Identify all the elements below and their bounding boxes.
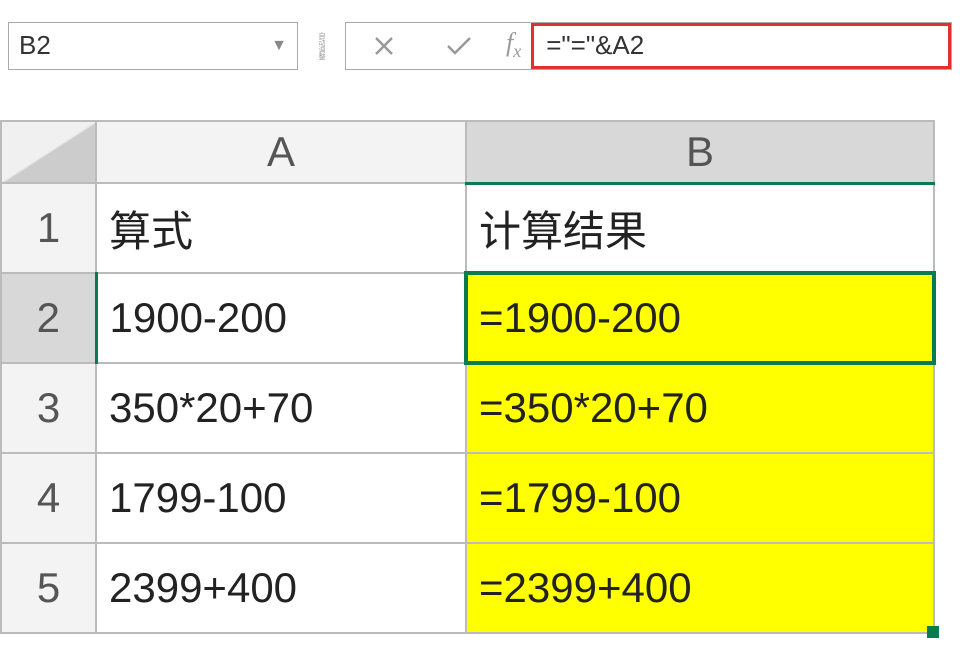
row-header-5[interactable]: 5: [1, 543, 96, 633]
name-box-dropdown-icon[interactable]: ▼: [271, 37, 287, 55]
cell-A3[interactable]: 350*20+70: [96, 363, 466, 453]
x-icon: [372, 34, 396, 58]
check-icon: [445, 34, 473, 58]
formula-bar: B2 ▼ 自动调整 fx ="="&A2: [0, 0, 960, 95]
row-header-2[interactable]: 2: [1, 273, 96, 363]
name-box-value: B2: [19, 30, 271, 61]
name-box[interactable]: B2 ▼: [8, 22, 298, 70]
fx-label[interactable]: fx: [496, 28, 531, 62]
fill-handle[interactable]: [927, 626, 939, 638]
auto-fit-label: 自动调整: [318, 32, 325, 60]
cell-A5[interactable]: 2399+400: [96, 543, 466, 633]
column-header-B[interactable]: B: [466, 121, 934, 183]
row-header-4[interactable]: 4: [1, 453, 96, 543]
cancel-formula-button[interactable]: [346, 23, 421, 69]
formula-input[interactable]: ="="&A2: [531, 23, 951, 69]
select-all-corner[interactable]: [1, 121, 96, 183]
confirm-formula-button[interactable]: [421, 23, 496, 69]
cell-B4[interactable]: =1799-100: [466, 453, 934, 543]
spreadsheet-grid: A B 1 算式 计算结果 2 1900-200 =1900-200 3 350…: [0, 120, 935, 634]
cell-B2[interactable]: =1900-200: [466, 273, 934, 363]
cell-A1[interactable]: 算式: [96, 183, 466, 273]
cell-B5-value: =2399+400: [479, 564, 692, 611]
row-header-3[interactable]: 3: [1, 363, 96, 453]
row-header-1[interactable]: 1: [1, 183, 96, 273]
column-header-A[interactable]: A: [96, 121, 466, 183]
cell-B1[interactable]: 计算结果: [466, 183, 934, 273]
cell-B3[interactable]: =350*20+70: [466, 363, 934, 453]
formula-controls: fx ="="&A2: [345, 22, 952, 70]
cell-A4[interactable]: 1799-100: [96, 453, 466, 543]
cell-A2[interactable]: 1900-200: [96, 273, 466, 363]
cell-B5[interactable]: =2399+400: [466, 543, 934, 633]
